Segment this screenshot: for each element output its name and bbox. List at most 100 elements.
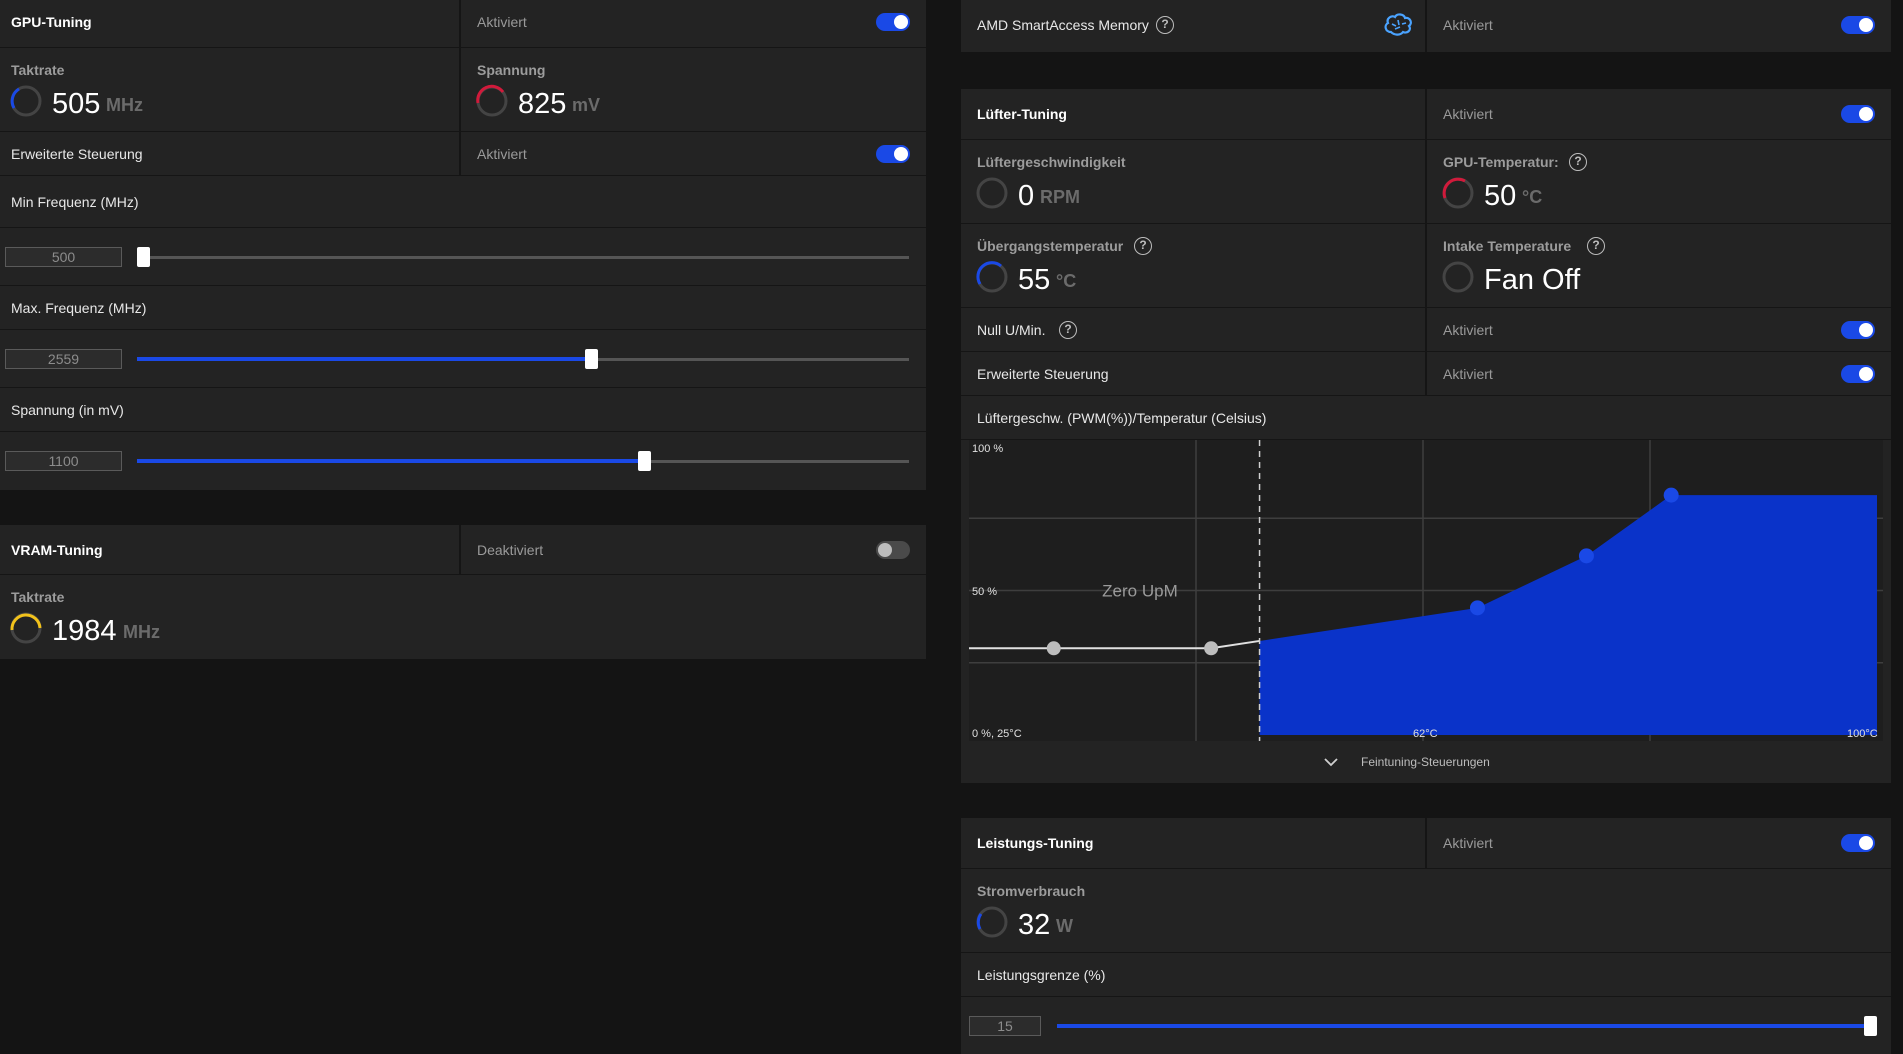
fan-advanced-label: Erweiterte Steuerung <box>977 366 1109 382</box>
power-tuning-toggle[interactable] <box>1841 834 1875 852</box>
gpu-tuning-panel: GPU-Tuning Aktiviert Taktrate 505 MHz Sp… <box>0 0 926 490</box>
gpu-voltage-gauge <box>476 84 508 117</box>
max-freq-slider[interactable] <box>137 349 909 369</box>
fan-curve-title: Lüftergeschw. (PWM(%))/Temperatur (Celsi… <box>977 410 1267 426</box>
fan-curve-point[interactable] <box>1046 641 1061 656</box>
fan-tuning-state: Aktiviert <box>1443 106 1493 122</box>
x-tick-label: 100°C <box>1847 728 1878 740</box>
max-freq-slider-row: 2559 <box>0 330 926 388</box>
vram-clock-value: 1984 <box>52 615 117 647</box>
fan-curve-point[interactable] <box>1578 548 1594 564</box>
y-tick-label: 0 %, 25°C <box>972 728 1022 740</box>
help-icon[interactable]: ? <box>1134 237 1152 255</box>
sam-state: Aktiviert <box>1443 17 1493 33</box>
power-limit-input[interactable]: 15 <box>969 1016 1041 1036</box>
fan-curve-point[interactable] <box>1469 600 1485 616</box>
power-limit-label-row: Leistungsgrenze (%) <box>961 953 1891 997</box>
help-icon[interactable]: ? <box>1156 16 1174 34</box>
fan-curve-point[interactable] <box>1663 487 1679 503</box>
zero-rpm-state: Aktiviert <box>1443 322 1493 338</box>
fan-speed-unit: RPM <box>1040 187 1080 207</box>
gpu-clock-label: Taktrate <box>11 62 65 78</box>
gpu-tuning-toggle[interactable] <box>876 13 910 31</box>
fan-tuning-title: Lüfter-Tuning <box>977 106 1067 122</box>
help-icon[interactable]: ? <box>1059 321 1077 339</box>
voltage-limit-slider[interactable] <box>137 451 909 471</box>
vram-clock-gauge <box>10 612 42 644</box>
gpu-voltage-value: 825 <box>518 88 567 120</box>
fine-tuning-toggle-row[interactable]: Feintuning-Steuerungen <box>961 741 1891 783</box>
power-gauge <box>976 906 1008 938</box>
fan-tuning-toggle[interactable] <box>1841 105 1875 123</box>
vram-tuning-state: Deaktiviert <box>477 542 544 558</box>
power-limit-label: Leistungsgrenze (%) <box>977 967 1106 983</box>
min-freq-slider[interactable] <box>137 247 909 267</box>
vram-tuning-toggle[interactable] <box>876 541 910 559</box>
brain-icon <box>1384 13 1412 36</box>
power-metrics-row: Stromverbrauch 32 W <box>961 869 1891 953</box>
y-tick-label: 100 % <box>972 443 1003 455</box>
vram-tuning-title: VRAM-Tuning <box>11 542 103 558</box>
sam-toggle[interactable] <box>1841 16 1875 34</box>
voltage-limit-input[interactable]: 1100 <box>5 451 122 471</box>
x-tick-label: 62°C <box>1413 728 1438 740</box>
vram-metrics-row: Taktrate 1984 MHz <box>0 575 926 659</box>
slider-fill <box>1057 1024 1871 1028</box>
power-tuning-title: Leistungs-Tuning <box>977 835 1094 851</box>
fan-speed-value: 0 <box>1018 180 1035 212</box>
gpu-temp-gauge <box>1442 177 1474 209</box>
chevron-down-icon <box>1324 758 1338 767</box>
junction-temp-gauge <box>976 261 1008 293</box>
power-value: 32 <box>1018 909 1051 941</box>
slider-thumb[interactable] <box>137 247 150 267</box>
gpu-advanced-toggle[interactable] <box>876 145 910 163</box>
slider-thumb[interactable] <box>1864 1016 1877 1036</box>
max-freq-input[interactable]: 2559 <box>5 349 122 369</box>
fan-tuning-header: Lüfter-Tuning Aktiviert <box>961 89 1891 140</box>
power-tuning-header: Leistungs-Tuning Aktiviert <box>961 818 1891 869</box>
vram-tuning-panel: VRAM-Tuning Deaktiviert Taktrate 1984 MH… <box>0 525 926 659</box>
sam-panel: AMD SmartAccess Memory ? Aktiviert <box>961 0 1891 52</box>
gpu-voltage-unit: mV <box>572 95 601 115</box>
fan-curve-point[interactable] <box>1204 641 1219 656</box>
junction-temp-unit: °C <box>1056 271 1077 291</box>
gpu-tuning-state: Aktiviert <box>477 14 527 30</box>
power-limit-slider[interactable] <box>1057 1016 1877 1036</box>
intake-temp-value: Fan Off <box>1484 264 1581 296</box>
fan-metrics-row-1: Lüftergeschwindigkeit 0 RPM GPU-Temperat… <box>961 140 1891 224</box>
slider-thumb[interactable] <box>585 349 598 369</box>
min-freq-label-row: Min Frequenz (MHz) <box>0 176 926 228</box>
junction-temp-label: Übergangstemperatur <box>977 238 1124 254</box>
power-label: Stromverbrauch <box>977 883 1086 899</box>
min-freq-label: Min Frequenz (MHz) <box>11 194 139 210</box>
power-tuning-state: Aktiviert <box>1443 835 1493 851</box>
fan-metrics-row-2: Übergangstemperatur ? 55 °C Intake Tempe… <box>961 224 1891 308</box>
min-freq-input[interactable]: 500 <box>5 247 122 267</box>
max-freq-label-row: Max. Frequenz (MHz) <box>0 286 926 330</box>
gpu-temp-label: GPU-Temperatur: <box>1443 154 1559 170</box>
voltage-label-row: Spannung (in mV) <box>0 388 926 432</box>
fan-curve-title-row: Lüftergeschw. (PWM(%))/Temperatur (Celsi… <box>961 396 1891 440</box>
gpu-advanced-row: Erweiterte Steuerung Aktiviert <box>0 132 926 176</box>
gpu-temp-unit: °C <box>1522 187 1543 207</box>
gpu-metrics-row: Taktrate 505 MHz Spannung 825 mV <box>0 48 926 132</box>
fan-advanced-toggle[interactable] <box>1841 365 1875 383</box>
slider-thumb[interactable] <box>638 451 651 471</box>
help-icon[interactable]: ? <box>1569 153 1587 171</box>
intake-temp-label: Intake Temperature <box>1443 238 1572 254</box>
zero-rpm-toggle[interactable] <box>1841 321 1875 339</box>
intake-temp-gauge <box>1442 261 1474 293</box>
vram-tuning-header: VRAM-Tuning Deaktiviert <box>0 525 926 575</box>
max-freq-label: Max. Frequenz (MHz) <box>11 300 147 316</box>
voltage-slider-row: 1100 <box>0 432 926 490</box>
fan-curve-chart[interactable]: Zero UpM 100 % 50 % 0 %, 25°C 62°C 100°C <box>969 440 1883 741</box>
help-icon[interactable]: ? <box>1587 237 1605 255</box>
gpu-tuning-header: GPU-Tuning Aktiviert <box>0 0 926 48</box>
fan-tuning-panel: Lüfter-Tuning Aktiviert Lüftergeschwindi… <box>961 89 1891 783</box>
power-tuning-panel: Leistungs-Tuning Aktiviert Stromverbrauc… <box>961 818 1891 1054</box>
zero-rpm-annotation: Zero UpM <box>1102 582 1178 601</box>
power-unit: W <box>1056 916 1073 936</box>
power-limit-slider-row: 15 <box>961 997 1891 1054</box>
gpu-tuning-title: GPU-Tuning <box>11 14 92 30</box>
slider-fill <box>137 357 592 361</box>
